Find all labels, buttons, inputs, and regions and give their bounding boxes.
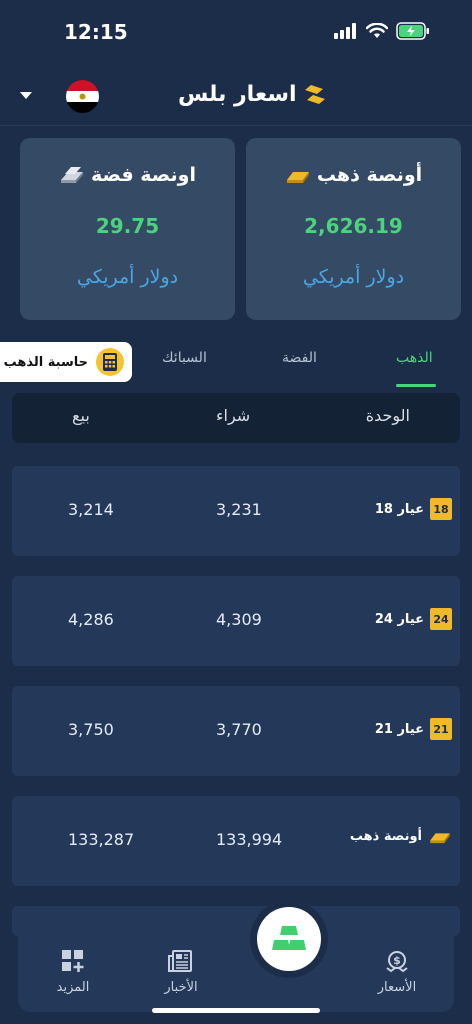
sell-price: 4,286 — [68, 610, 114, 629]
nav-news[interactable]: الأخبار — [136, 948, 226, 995]
nav-prices[interactable]: $ الأسعار — [352, 948, 442, 995]
silver-ounce-card[interactable]: اونصة فضة 29.75 دولار أمريكي — [20, 138, 235, 320]
table-row[interactable]: عيار 21 21 3,770 3,750 — [12, 686, 460, 776]
status-time: 12:15 — [64, 20, 128, 44]
gold-bars-stack-icon — [272, 926, 306, 950]
karat-badge: 21 — [430, 718, 452, 740]
newspaper-icon — [168, 950, 192, 972]
gold-ounce-price: 2,626.19 — [304, 214, 403, 238]
active-tab-indicator — [396, 384, 436, 387]
buy-price: 133,994 — [216, 830, 283, 849]
silver-card-title: اونصة فضة — [20, 164, 235, 186]
home-indicator — [152, 1008, 320, 1013]
svg-text:$: $ — [393, 954, 401, 967]
bottom-navigation: $ الأسعار الأخبار المزيد — [18, 924, 454, 1012]
column-unit: الوحدة — [365, 406, 410, 425]
app-name: اسعار بلس — [178, 82, 297, 107]
column-buy: شراء — [216, 406, 251, 425]
wifi-icon — [366, 23, 388, 38]
sell-price: 3,750 — [68, 720, 114, 739]
home-fab-button[interactable] — [257, 907, 321, 971]
gold-bar-icon — [286, 172, 309, 183]
status-bar: 12:15 — [0, 0, 472, 64]
calculator-icon — [96, 348, 124, 376]
brand-logo: اسعار بلس — [178, 82, 327, 107]
tab-silver[interactable]: الفضة — [282, 350, 317, 366]
sell-price: 3,214 — [68, 500, 114, 519]
karat-badge: 24 — [430, 608, 452, 630]
price-table-header: الوحدة شراء بيع — [12, 393, 460, 443]
buy-price: 3,770 — [216, 720, 262, 739]
gold-ounce-card[interactable]: أونصة ذهب 2,626.19 دولار أمريكي — [246, 138, 461, 320]
sell-price: 133,287 — [68, 830, 135, 849]
battery-icon — [396, 22, 429, 40]
status-icons — [334, 22, 430, 40]
row-unit: عيار 24 24 — [375, 608, 452, 630]
table-row[interactable]: أونصة ذهب 133,994 133,287 — [12, 796, 460, 886]
country-dropdown-icon[interactable] — [20, 92, 32, 99]
app-header: اسعار بلس — [0, 64, 472, 126]
logo-icon — [304, 84, 325, 104]
tab-gold[interactable]: الذهب — [396, 350, 433, 366]
nav-more[interactable]: المزيد — [28, 948, 118, 995]
table-row[interactable]: عيار 24 24 4,309 4,286 — [12, 576, 460, 666]
gold-bar-icon — [430, 833, 450, 844]
signal-icon — [334, 23, 356, 39]
column-sell: بيع — [72, 406, 90, 425]
gold-card-title: أونصة ذهب — [246, 164, 461, 186]
add-widget-icon — [62, 950, 84, 972]
row-unit: أونصة ذهب — [350, 828, 452, 844]
silver-ounce-price: 29.75 — [95, 214, 160, 238]
row-unit: عيار 18 18 — [375, 498, 452, 520]
gold-calculator-button[interactable]: حاسبة الذهب — [0, 342, 132, 382]
gold-calculator-label: حاسبة الذهب — [3, 354, 88, 370]
gold-price-currency: دولار أمريكي — [302, 266, 405, 288]
silver-bar-icon — [60, 167, 83, 183]
karat-badge: 18 — [430, 498, 452, 520]
table-row[interactable]: عيار 18 18 3,231 3,214 — [12, 466, 460, 556]
tab-bullion[interactable]: السبائك — [162, 350, 207, 366]
row-unit: عيار 21 21 — [375, 718, 452, 740]
silver-price-currency: دولار أمريكي — [76, 266, 179, 288]
buy-price: 4,309 — [216, 610, 262, 629]
egypt-flag-icon[interactable] — [66, 80, 99, 113]
buy-price: 3,231 — [216, 500, 262, 519]
currency-exchange-icon: $ — [386, 951, 408, 973]
